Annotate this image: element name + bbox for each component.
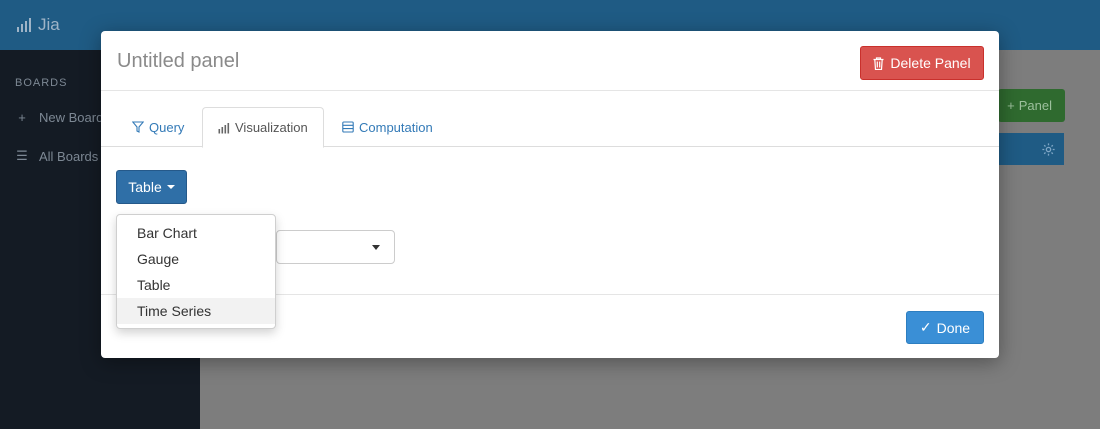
sidebar-item-all-boards[interactable]: ☰ All Boards <box>15 148 98 164</box>
sidebar-item-label: All Boards <box>39 148 99 164</box>
filter-icon <box>132 121 144 133</box>
bar-chart-icon <box>218 122 230 133</box>
tab-visualization[interactable]: Visualization <box>202 107 324 148</box>
sidebar-heading: BOARDS <box>15 77 68 89</box>
panel-title[interactable]: Untitled panel <box>117 50 239 73</box>
trash-icon <box>873 56 884 70</box>
menu-item-bar-chart[interactable]: Bar Chart <box>117 220 275 246</box>
list-icon: ☰ <box>16 148 28 163</box>
add-panel-label: Panel <box>1018 98 1052 113</box>
plus-icon: + <box>18 110 26 125</box>
visualization-type-dropdown-toggle[interactable]: Table <box>116 170 187 204</box>
sidebar-item-new-board[interactable]: + New Board <box>15 110 103 125</box>
check-icon: ✓ <box>919 319 932 335</box>
menu-item-time-series[interactable]: Time Series <box>117 298 275 324</box>
tab-computation[interactable]: Computation <box>327 107 448 147</box>
brand-name: Jia <box>38 15 60 34</box>
delete-panel-label: Delete Panel <box>890 55 971 71</box>
menu-item-table[interactable]: Table <box>117 272 275 298</box>
tab-label: Visualization <box>235 120 308 135</box>
visualization-type-menu: Bar Chart Gauge Table Time Series <box>116 214 276 329</box>
visualization-type-selected: Table <box>128 179 162 195</box>
gear-icon[interactable] <box>1041 142 1056 157</box>
tab-query[interactable]: Query <box>117 107 199 147</box>
database-icon <box>342 121 354 133</box>
done-label: Done <box>936 319 971 336</box>
done-button[interactable]: ✓ Done <box>906 311 984 344</box>
tab-label: Query <box>149 119 185 135</box>
add-panel-button[interactable]: + Panel <box>998 89 1065 122</box>
plus-icon: + <box>1007 98 1015 113</box>
sidebar-item-label: New Board <box>39 110 104 125</box>
menu-item-gauge[interactable]: Gauge <box>117 246 275 272</box>
modal-tabs: Query Visualization Computation <box>101 107 999 148</box>
delete-panel-button[interactable]: Delete Panel <box>860 46 984 80</box>
tab-label: Computation <box>359 119 433 135</box>
panel-editor-modal: Untitled panel Delete Panel Query Visual… <box>101 31 999 358</box>
brand[interactable]: Jia <box>16 15 60 35</box>
caret-down-icon <box>372 245 380 250</box>
option-select[interactable] <box>276 230 395 264</box>
bar-chart-icon <box>17 18 31 32</box>
caret-down-icon <box>166 185 175 189</box>
modal-header: Untitled panel Delete Panel <box>101 31 999 91</box>
panel-header <box>998 133 1064 165</box>
